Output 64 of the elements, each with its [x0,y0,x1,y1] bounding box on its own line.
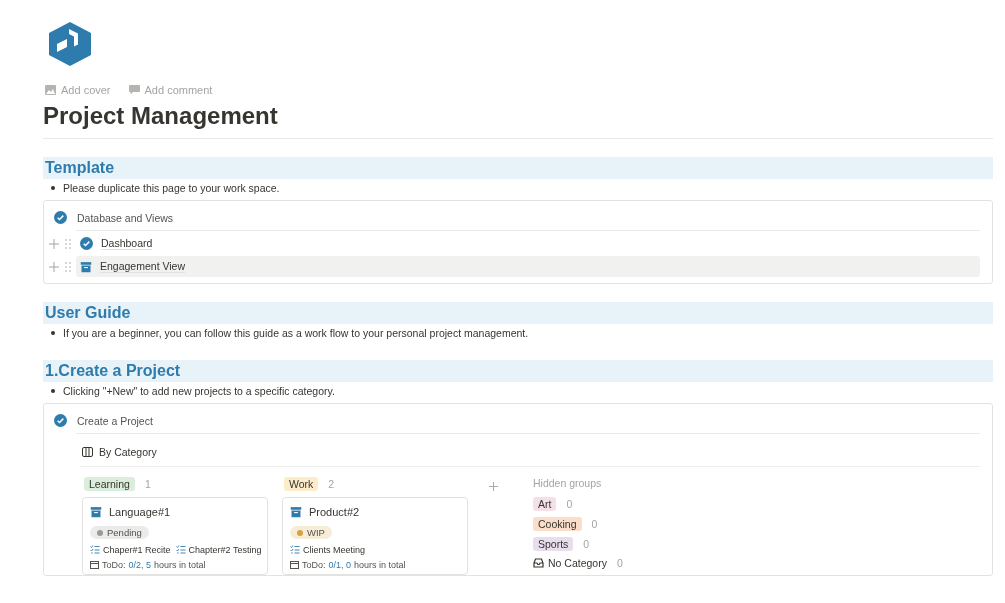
group-count: 1 [144,478,151,490]
group-tag[interactable]: Cooking [533,517,582,531]
drag-handle-icon[interactable] [65,261,71,272]
group-count: 2 [328,478,335,490]
database-view-item[interactable]: Engagement View [76,256,980,277]
checklist-icon [90,545,100,554]
project-card[interactable]: Product#2 WIP Clients Meeting ToDo: 0/1, 0 hours in total [282,497,468,575]
group-tag[interactable]: Learning [84,477,135,491]
task-link[interactable]: Chapter#2 Testing [188,544,262,555]
calendar-icon [90,560,99,569]
group-count: 0 [616,557,623,569]
archive-box-icon [80,260,92,273]
project-card[interactable]: Language#1 Pending Chaper#1 Recite Chapter#2 Testing ToDo: 0/2, 5 hours in total [82,497,268,575]
image-icon [45,85,56,95]
archive-box-icon [90,506,102,518]
add-group-button[interactable] [488,481,499,492]
board-columns-icon [82,447,93,457]
bullet-text: Clicking "+New" to add new projects to a specific category. [63,385,335,397]
todo-value: 0/1, 0 [328,559,352,570]
section-heading: 1.Create a Project [43,360,993,382]
bullet-dot [51,389,55,393]
plus-icon[interactable] [48,260,60,273]
calendar-icon [290,560,299,569]
no-category-label[interactable]: No Category [533,557,607,569]
status-pill: WIP [290,526,332,539]
check-circle-icon [80,237,93,250]
board-view-tab[interactable]: By Category [48,434,157,466]
check-circle-icon [54,211,67,224]
group-tag[interactable]: Sports [533,537,574,551]
inbox-icon [533,558,544,568]
checklist-icon [290,545,300,554]
drag-handle-icon[interactable] [65,238,71,249]
cube-logo-icon [49,22,91,66]
check-circle-icon [54,414,67,427]
group-count: 0 [583,538,590,550]
archive-box-icon [290,506,302,518]
block-title: Database and Views [77,211,174,224]
hidden-groups-label: Hidden groups [533,477,603,489]
task-link[interactable]: Chaper#1 Recite [103,544,171,555]
todo-value: 0/2, 5 [128,559,152,570]
card-title: Language#1 [109,506,171,518]
section-heading: Template [43,157,993,179]
group-tag[interactable]: Art [533,497,557,511]
bullet-dot [51,186,55,190]
bullet-dot [51,331,55,335]
comment-icon [128,85,140,95]
todo-label: ToDo: [102,559,126,570]
group-count: 0 [566,498,573,510]
group-tag[interactable]: Work [284,477,319,491]
page-title: Project Management [43,102,993,139]
checklist-icon [175,545,186,554]
block-title: Create a Project [77,414,153,427]
plus-icon[interactable] [48,237,60,250]
card-title: Product#2 [309,506,360,518]
group-count: 0 [591,518,598,530]
bullet-text: If you are a beginner, you can follow this guide as a work flow to your personal project management. [63,327,529,339]
database-view-item[interactable]: Dashboard [76,233,980,254]
section-heading: User Guide [43,302,993,324]
bullet-text: Please duplicate this page to your work space. [63,182,280,194]
task-link[interactable]: Clients Meeting [303,544,366,555]
todo-label: ToDo: [302,559,326,570]
status-pill: Pending [90,526,149,539]
todo-suffix: hours in total [154,559,206,570]
todo-suffix: hours in total [354,559,406,570]
